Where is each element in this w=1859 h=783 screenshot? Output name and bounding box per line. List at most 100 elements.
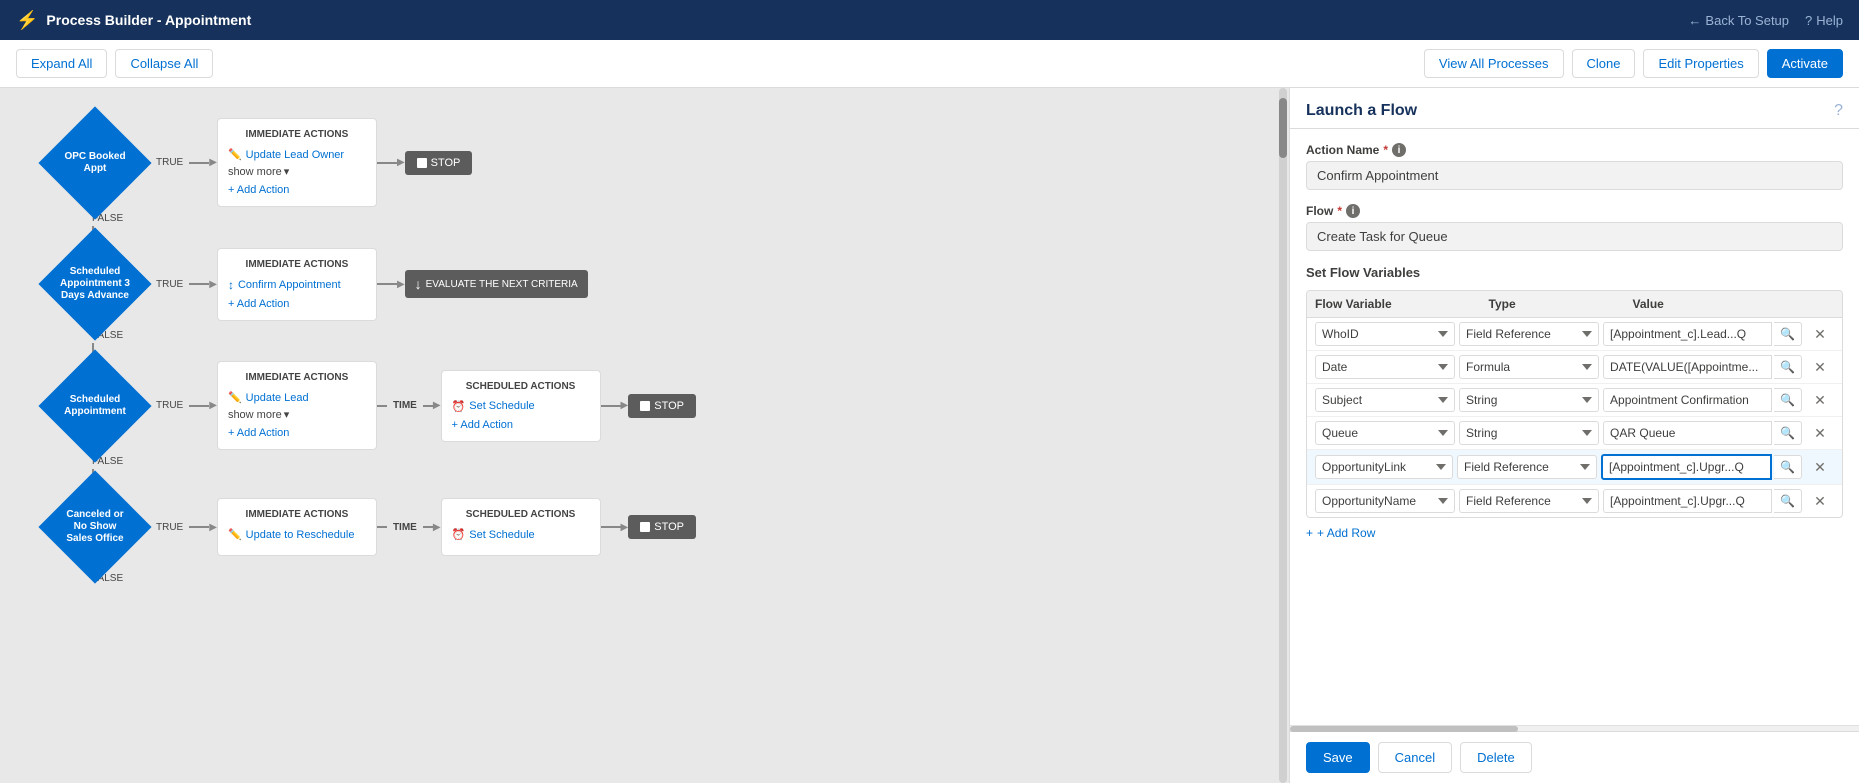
diamond-scheduled-appt[interactable]: Scheduled Appointment (40, 366, 150, 446)
var-whoid-search-button[interactable]: 🔍 (1774, 322, 1802, 346)
node2-to-eval: ▶ (377, 279, 405, 290)
var-whoid-type-select[interactable]: Field Reference (1459, 322, 1599, 346)
header-type: Type (1489, 297, 1629, 311)
add-scheduled-action-3[interactable]: + Add Action (452, 419, 590, 431)
node3-time-connector: TIME ▶ (377, 400, 441, 411)
action-name-input[interactable] (1306, 161, 1843, 190)
action-set-schedule-4[interactable]: Set Schedule (452, 528, 590, 541)
show-more-1[interactable]: show more ▾ (228, 165, 366, 178)
var-date-search-button[interactable]: 🔍 (1774, 355, 1802, 379)
var-oppname-delete-button[interactable]: ✕ (1806, 491, 1834, 512)
time-label-4: TIME (387, 522, 423, 533)
panel-header: Launch a Flow ? (1290, 88, 1859, 129)
pencil-icon-1 (228, 148, 242, 161)
var-opplink-value-wrapper: 🔍 (1601, 454, 1802, 480)
action-update-lead[interactable]: Update Lead (228, 391, 366, 404)
flow-label: Flow * i (1306, 204, 1843, 218)
var-oppname-value-wrapper: 🔍 (1603, 489, 1802, 513)
panel-help-icon[interactable]: ? (1834, 102, 1843, 120)
help-link[interactable]: ? Help (1805, 13, 1843, 28)
cancel-button[interactable]: Cancel (1378, 742, 1452, 773)
action-update-lead-owner[interactable]: Update Lead Owner (228, 148, 366, 161)
node4-to-stop: ▶ (601, 522, 629, 533)
var-queue-value-input[interactable] (1603, 421, 1772, 445)
expand-all-button[interactable]: Expand All (16, 49, 107, 78)
stop-button-3[interactable]: STOP (628, 394, 696, 418)
var-whoid-value-input[interactable] (1603, 322, 1772, 346)
pencil-icon-3 (228, 391, 242, 404)
canvas-vertical-scrollbar[interactable] (1279, 88, 1287, 783)
panel-body: Action Name * i Flow * i Set Flow Variab… (1290, 129, 1859, 725)
var-queue-type-select[interactable]: String (1459, 421, 1599, 445)
var-whoid-delete-button[interactable]: ✕ (1806, 324, 1834, 345)
flow-info-icon[interactable]: i (1346, 204, 1360, 218)
v-line-3 (40, 469, 1249, 487)
clone-button[interactable]: Clone (1572, 49, 1636, 78)
back-to-setup-link[interactable]: ← Back To Setup (1688, 13, 1789, 28)
var-whoid-select[interactable]: WhoID (1315, 322, 1455, 346)
node4-time-connector: TIME ▶ (377, 522, 441, 533)
time-label-3: TIME (387, 400, 423, 411)
var-row-subject: Subject String 🔍 ✕ (1307, 384, 1842, 417)
app-title: Process Builder - Appointment (46, 12, 251, 28)
diamond-scheduled-3days[interactable]: Scheduled Appointment 3 Days Advance (40, 244, 150, 324)
set-flow-variables-title: Set Flow Variables (1306, 265, 1843, 280)
pencil-icon-4 (228, 528, 242, 541)
var-queue-delete-button[interactable]: ✕ (1806, 423, 1834, 444)
node1-connectors: TRUE ▶ (150, 157, 217, 168)
var-oppname-value-input[interactable] (1603, 489, 1772, 513)
var-opplink-delete-button[interactable]: ✕ (1806, 457, 1834, 478)
action-confirm-appointment[interactable]: Confirm Appointment (228, 278, 366, 292)
h-line-1 (189, 162, 209, 164)
view-all-processes-button[interactable]: View All Processes (1424, 49, 1564, 78)
var-date-select[interactable]: Date (1315, 355, 1455, 379)
evaluate-next-criteria-button[interactable]: ↓ EVALUATE THE NEXT CRITERIA (405, 270, 588, 298)
diamond-opc-booked-appt[interactable]: OPC Booked Appt (40, 123, 150, 203)
show-more-3[interactable]: show more ▾ (228, 408, 366, 421)
diamond-canceled-no-show[interactable]: Canceled or No Show Sales Office (40, 487, 150, 567)
var-date-value-input[interactable] (1603, 355, 1772, 379)
action-name-info-icon[interactable]: i (1392, 143, 1406, 157)
stop-button-4[interactable]: STOP (628, 515, 696, 539)
var-opplink-select[interactable]: OpportunityLink (1315, 455, 1453, 479)
save-button[interactable]: Save (1306, 742, 1370, 773)
var-oppname-search-button[interactable]: 🔍 (1774, 489, 1802, 513)
activate-button[interactable]: Activate (1767, 49, 1843, 78)
var-queue-select[interactable]: Queue (1315, 421, 1455, 445)
var-whoid-value-wrapper: 🔍 (1603, 322, 1802, 346)
action-update-to-reschedule[interactable]: Update to Reschedule (228, 528, 366, 541)
collapse-all-button[interactable]: Collapse All (115, 49, 213, 78)
var-subject-value-wrapper: 🔍 (1603, 388, 1802, 412)
var-subject-search-button[interactable]: 🔍 (1774, 388, 1802, 412)
var-queue-search-button[interactable]: 🔍 (1774, 421, 1802, 445)
var-queue-value-wrapper: 🔍 (1603, 421, 1802, 445)
stop-button-1[interactable]: STOP (405, 151, 473, 175)
var-oppname-type-select[interactable]: Field Reference (1459, 489, 1599, 513)
var-oppname-select[interactable]: OpportunityName (1315, 489, 1455, 513)
add-row-button[interactable]: + + Add Row (1306, 526, 1843, 540)
main-container: OPC Booked Appt TRUE ▶ IMMEDIATE ACTIONS… (0, 88, 1859, 783)
add-action-1[interactable]: + Add Action (228, 184, 366, 196)
header-actions: ← Back To Setup ? Help (1688, 13, 1843, 28)
back-arrow-icon: ← (1688, 13, 1701, 28)
add-action-3[interactable]: + Add Action (228, 427, 366, 439)
panel-scroll-indicator (1290, 725, 1859, 731)
var-subject-type-select[interactable]: String (1459, 388, 1599, 412)
delete-button[interactable]: Delete (1460, 742, 1532, 773)
edit-properties-button[interactable]: Edit Properties (1643, 49, 1758, 78)
add-action-2[interactable]: + Add Action (228, 298, 366, 310)
var-opplink-type-select[interactable]: Field Reference (1457, 455, 1597, 479)
canvas[interactable]: OPC Booked Appt TRUE ▶ IMMEDIATE ACTIONS… (0, 88, 1289, 783)
var-date-delete-button[interactable]: ✕ (1806, 357, 1834, 378)
var-subject-select[interactable]: Subject (1315, 388, 1455, 412)
flow-group: Flow * i (1306, 204, 1843, 251)
var-date-type-select[interactable]: Formula (1459, 355, 1599, 379)
right-panel: Launch a Flow ? Action Name * i Flow * i (1289, 88, 1859, 783)
var-subject-value-input[interactable] (1603, 388, 1772, 412)
action-name-group: Action Name * i (1306, 143, 1843, 190)
action-set-schedule-3[interactable]: Set Schedule (452, 400, 590, 413)
var-opplink-value-input[interactable] (1601, 454, 1772, 480)
flow-input[interactable] (1306, 222, 1843, 251)
var-opplink-search-button[interactable]: 🔍 (1774, 455, 1802, 479)
var-subject-delete-button[interactable]: ✕ (1806, 390, 1834, 411)
